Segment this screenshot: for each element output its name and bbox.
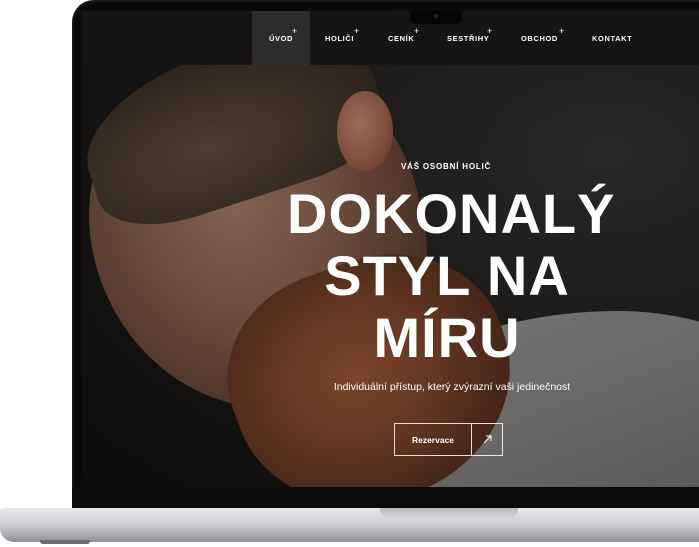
camera-notch <box>410 11 462 24</box>
plus-icon: + <box>292 26 298 36</box>
hero-subtitle: Individuální přístup, který zvýrazní vaš… <box>333 381 571 393</box>
hero-title: DOKONALÝ STYL NA MÍRU <box>287 182 616 369</box>
plus-icon: + <box>487 26 493 36</box>
nav-item-kontakt[interactable]: KONTAKT <box>592 11 632 65</box>
nav-item-label: SESTŘIHY <box>447 33 490 43</box>
plus-icon: + <box>414 26 420 36</box>
hero-title-line: MÍRU <box>373 306 521 369</box>
nav-item-label: CENÍK <box>388 33 415 43</box>
laptop-opening-notch <box>380 508 518 519</box>
camera-icon <box>434 14 438 18</box>
nav-item-holici[interactable]: HOLIČI + <box>325 11 359 65</box>
nav-item-label: KONTAKT <box>592 33 633 43</box>
hero-eyebrow: VÁŠ OSOBNÍ HOLIČ <box>401 162 492 171</box>
laptop-base <box>0 508 699 542</box>
nav-item-label: ÚVOD <box>268 33 294 43</box>
nav-item-uvod[interactable]: ÚVOD + <box>252 11 310 65</box>
laptop-foot <box>40 540 90 544</box>
main-navigation: ÚVOD + HOLIČI + CENÍK + SESTŘIHY + OBCHO… <box>82 11 699 65</box>
browser-viewport: ÚVOD + HOLIČI + CENÍK + SESTŘIHY + OBCHO… <box>82 11 699 487</box>
nav-item-label: OBCHOD <box>521 33 558 43</box>
hero-title-line: DOKONALÝ <box>287 182 616 245</box>
arrow-up-right-icon[interactable] <box>472 424 502 455</box>
reservation-button[interactable]: Rezervace <box>394 423 503 456</box>
plus-icon: + <box>559 26 565 36</box>
reservation-button-label[interactable]: Rezervace <box>395 424 472 455</box>
nav-item-label: HOLIČI <box>325 33 355 43</box>
plus-icon: + <box>354 26 360 36</box>
nav-item-obchod[interactable]: OBCHOD + <box>521 11 564 65</box>
hero-title-line: STYL NA <box>324 244 570 307</box>
